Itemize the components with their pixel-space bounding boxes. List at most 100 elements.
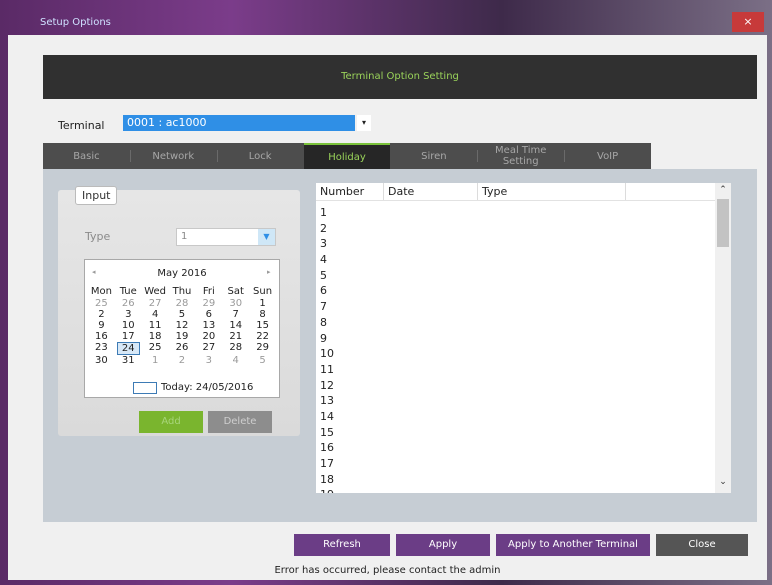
table-row[interactable]: 12 xyxy=(320,378,700,394)
calendar-grid: Mon Tue Wed Thu Fri Sat Sun 25 26 27 28 29 30 1 2 3 4 5 6 7… xyxy=(88,286,276,366)
calendar-day-other-month[interactable]: 30 xyxy=(222,298,249,309)
table-row[interactable]: 15 xyxy=(320,425,700,441)
calendar-day-other-month[interactable]: 27 xyxy=(142,298,169,309)
apply-to-another-terminal-button[interactable]: Apply to Another Terminal xyxy=(496,534,650,556)
tab-voip[interactable]: VoIP xyxy=(564,143,651,169)
calendar-day[interactable]: 24 xyxy=(116,342,140,355)
column-type[interactable]: Type xyxy=(478,183,626,200)
today-label[interactable]: Today: 24/05/2016 xyxy=(161,382,253,393)
weekday-header: Wed xyxy=(144,286,167,297)
table-row[interactable]: 13 xyxy=(320,393,700,409)
apply-button[interactable]: Apply xyxy=(396,534,490,556)
calendar-day-other-month[interactable]: 25 xyxy=(88,298,115,309)
calendar-day-other-month[interactable]: 29 xyxy=(195,298,222,309)
table-row[interactable]: 3 xyxy=(320,236,700,252)
calendar-day[interactable]: 18 xyxy=(142,331,169,342)
table-row[interactable]: 5 xyxy=(320,268,700,284)
calendar-day[interactable]: 2 xyxy=(88,309,115,320)
calendar-day[interactable]: 29 xyxy=(249,342,276,355)
scroll-up-icon[interactable]: ⌃ xyxy=(715,185,731,197)
table-row[interactable]: 10 xyxy=(320,346,700,362)
calendar-day[interactable]: 8 xyxy=(249,309,276,320)
vertical-scrollbar[interactable]: ⌃ ⌄ xyxy=(715,183,731,493)
calendar-day[interactable]: 19 xyxy=(169,331,196,342)
table-row[interactable]: 2 xyxy=(320,221,700,237)
table-row[interactable]: 4 xyxy=(320,252,700,268)
tab-lock[interactable]: Lock xyxy=(216,143,304,169)
calendar-day[interactable]: 12 xyxy=(169,320,196,331)
calendar-day[interactable]: 7 xyxy=(222,309,249,320)
calendar-day-other-month[interactable]: 5 xyxy=(249,355,276,366)
column-number[interactable]: Number xyxy=(316,183,384,200)
refresh-button[interactable]: Refresh xyxy=(294,534,390,556)
calendar-day[interactable]: 14 xyxy=(222,320,249,331)
calendar-day-other-month[interactable]: 28 xyxy=(169,298,196,309)
scroll-down-icon[interactable]: ⌄ xyxy=(715,477,731,489)
tab-basic[interactable]: Basic xyxy=(43,143,130,169)
tab-siren[interactable]: Siren xyxy=(390,143,477,169)
calendar-day[interactable]: 17 xyxy=(115,331,142,342)
table-row[interactable]: 7 xyxy=(320,299,700,315)
list-header: Number Date Type xyxy=(316,183,715,201)
weekday-header: Mon xyxy=(90,286,112,297)
calendar-day[interactable]: 16 xyxy=(88,331,115,342)
input-group-label: Input xyxy=(75,186,118,205)
table-row[interactable]: 1 xyxy=(320,205,700,221)
table-row[interactable]: 19 xyxy=(320,487,700,493)
calendar-day-other-month[interactable]: 3 xyxy=(195,355,222,366)
calendar-day-other-month[interactable]: 2 xyxy=(169,355,196,366)
chevron-down-icon[interactable]: ▾ xyxy=(357,115,371,131)
dropdown-arrow-icon[interactable]: ▼ xyxy=(258,229,275,245)
calendar-day-other-month[interactable]: 26 xyxy=(115,298,142,309)
scroll-thumb[interactable] xyxy=(717,199,729,247)
table-row[interactable]: 17 xyxy=(320,456,700,472)
calendar-day[interactable]: 28 xyxy=(222,342,249,355)
calendar-day[interactable]: 22 xyxy=(249,331,276,342)
window-close-button[interactable]: × xyxy=(732,12,764,32)
holiday-panel: Type 1 ▼ ◂ May 2016 ▸ Mon Tue Wed Thu Fri Sat… xyxy=(43,169,757,522)
calendar-day[interactable]: 15 xyxy=(249,320,276,331)
calendar-day[interactable]: 13 xyxy=(195,320,222,331)
calendar-day[interactable]: 27 xyxy=(195,342,222,355)
calendar-day[interactable]: 6 xyxy=(195,309,222,320)
calendar-day[interactable]: 26 xyxy=(169,342,196,355)
tab-network[interactable]: Network xyxy=(129,143,217,169)
calendar-day[interactable]: 21 xyxy=(222,331,249,342)
calendar[interactable]: ◂ May 2016 ▸ Mon Tue Wed Thu Fri Sat Sun 25 26 27… xyxy=(84,259,280,398)
terminal-select[interactable]: 0001 : ac1000 xyxy=(123,115,355,131)
add-button[interactable]: Add xyxy=(139,411,203,433)
calendar-day[interactable]: 4 xyxy=(142,309,169,320)
calendar-day[interactable]: 23 xyxy=(88,342,115,355)
table-row[interactable]: 9 xyxy=(320,331,700,347)
calendar-day[interactable]: 31 xyxy=(115,355,142,366)
calendar-day[interactable]: 5 xyxy=(169,309,196,320)
table-row[interactable]: 6 xyxy=(320,283,700,299)
table-row[interactable]: 11 xyxy=(320,362,700,378)
calendar-day[interactable]: 25 xyxy=(142,342,169,355)
terminal-label: Terminal xyxy=(58,119,105,132)
tab-holiday[interactable]: Holiday xyxy=(303,143,391,169)
column-date[interactable]: Date xyxy=(384,183,478,200)
calendar-day[interactable]: 30 xyxy=(88,355,115,366)
table-row[interactable]: 16 xyxy=(320,440,700,456)
table-row[interactable]: 14 xyxy=(320,409,700,425)
weekday-header: Tue xyxy=(119,286,137,297)
calendar-day-other-month[interactable]: 4 xyxy=(222,355,249,366)
calendar-day[interactable]: 9 xyxy=(88,320,115,331)
dialog-client: Terminal Option Setting Terminal 0001 : … xyxy=(8,35,767,580)
next-month-icon[interactable]: ▸ xyxy=(267,268,271,276)
table-row[interactable]: 8 xyxy=(320,315,700,331)
close-button[interactable]: Close xyxy=(656,534,748,556)
delete-button[interactable]: Delete xyxy=(208,411,272,433)
table-row[interactable]: 18 xyxy=(320,472,700,488)
calendar-day[interactable]: 3 xyxy=(115,309,142,320)
calendar-day[interactable]: 20 xyxy=(195,331,222,342)
calendar-day[interactable]: 11 xyxy=(142,320,169,331)
column-extra[interactable] xyxy=(626,183,715,200)
tab-bar: Basic Network Lock Holiday Siren Meal Ti… xyxy=(43,143,651,169)
calendar-day-other-month[interactable]: 1 xyxy=(142,355,169,366)
calendar-day[interactable]: 1 xyxy=(249,298,276,309)
tab-meal-time-setting[interactable]: Meal Time Setting xyxy=(477,143,564,169)
today-indicator xyxy=(133,382,157,394)
calendar-day[interactable]: 10 xyxy=(115,320,142,331)
